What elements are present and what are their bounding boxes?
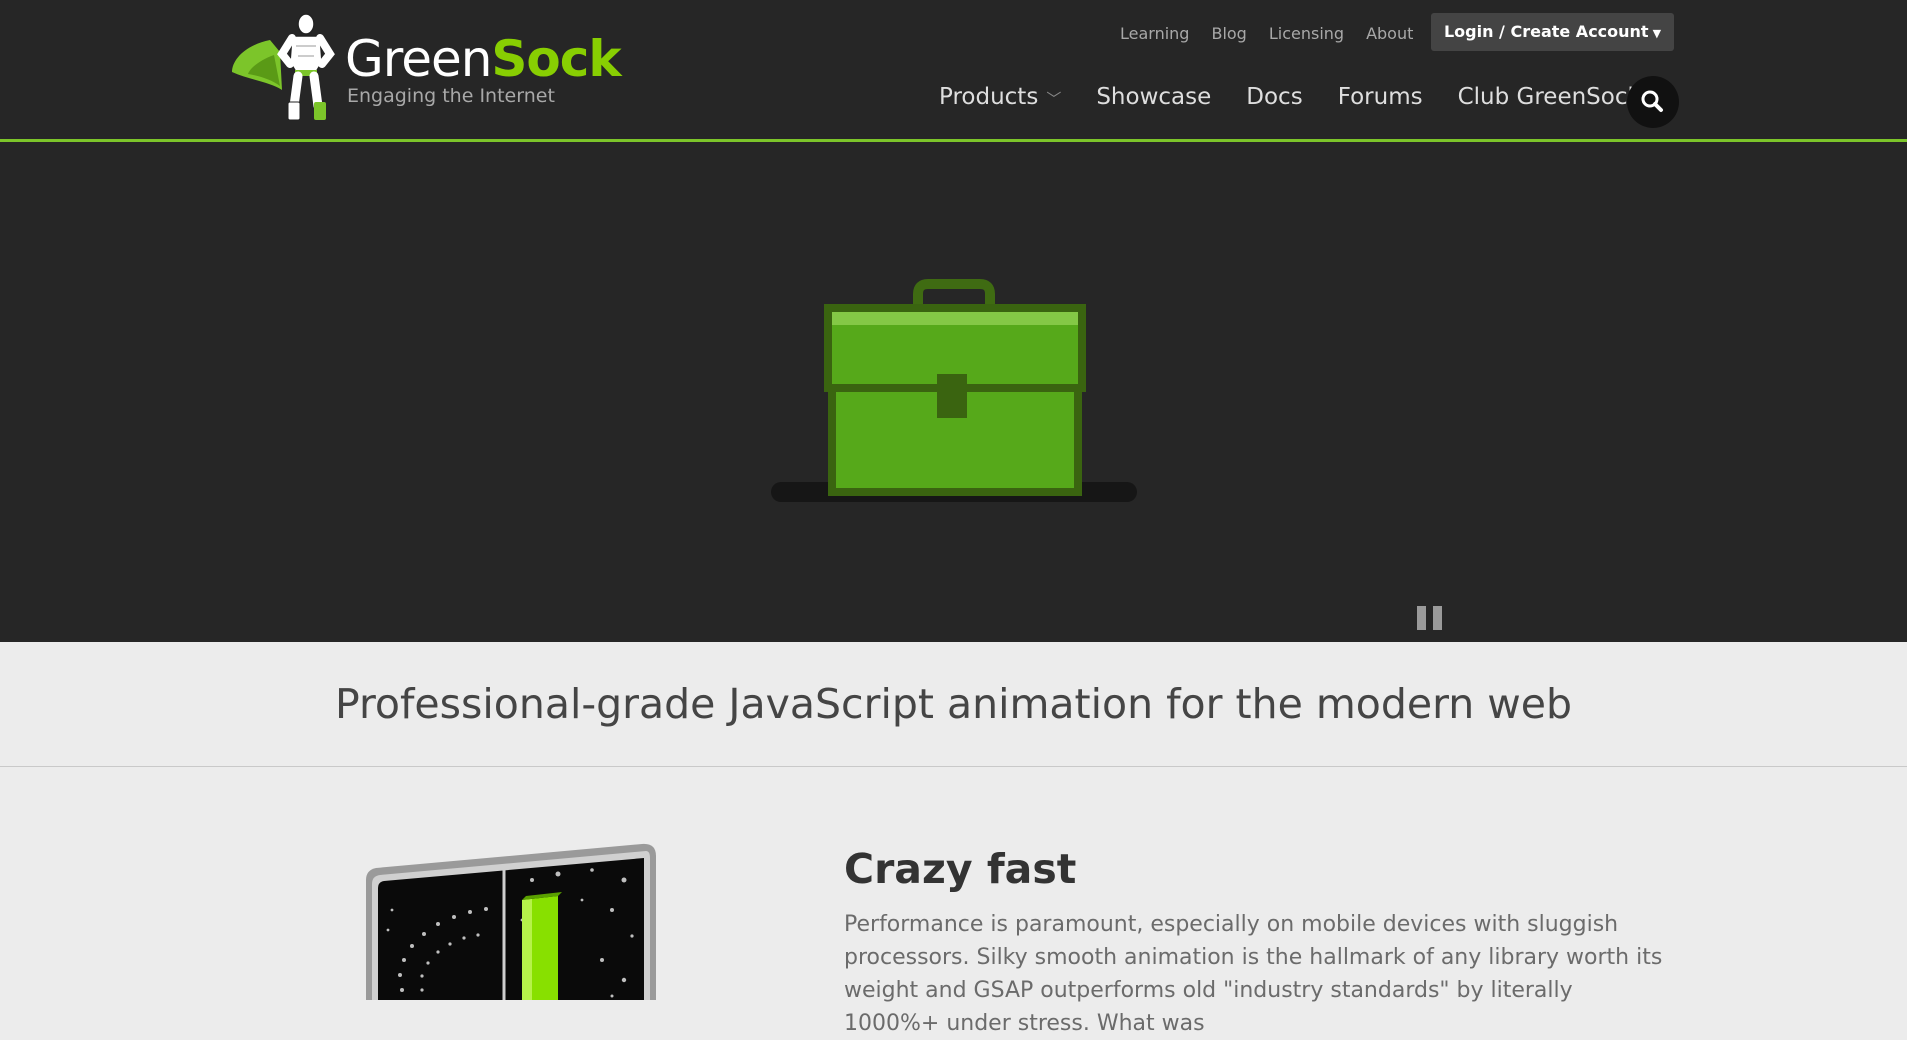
nav-item-forums[interactable]: Forums [1338, 84, 1423, 110]
site-header: GreenSock Engaging the Internet Learning… [0, 0, 1907, 142]
pause-icon[interactable] [1417, 606, 1443, 630]
logo-word-sock: Sock [491, 30, 621, 88]
logo-word-green: Green [345, 30, 492, 88]
feature-description: Performance is paramount, especially on … [844, 912, 1663, 1036]
nav-item-club-greensock[interactable]: Club GreenSock [1458, 84, 1641, 110]
nav-item-showcase[interactable]: Showcase [1096, 84, 1211, 110]
top-link-about[interactable]: About [1366, 24, 1413, 43]
briefcase-icon [771, 279, 1137, 502]
caret-down-icon: ▼ [1652, 27, 1662, 40]
page-tagline: Professional-grade JavaScript animation … [334, 680, 1573, 728]
top-link-blog[interactable]: Blog [1211, 24, 1246, 43]
feature-title: Crazy fast [844, 845, 1077, 893]
hero-banner [0, 142, 1907, 642]
main-nav: Products ﹀ Showcase Docs Forums Club Gree… [939, 84, 1676, 110]
login-create-account-button[interactable]: Login / Create Account ▼ [1431, 13, 1674, 51]
top-link-learning[interactable]: Learning [1120, 24, 1189, 43]
top-links: Learning Blog Licensing About [1120, 24, 1413, 43]
superhero-mascot-icon [232, 13, 335, 121]
greensock-logo[interactable]: GreenSock Engaging the Internet [230, 10, 622, 125]
nav-item-products[interactable]: Products ﹀ [939, 84, 1061, 110]
nav-item-products-label: Products [939, 84, 1039, 110]
search-button[interactable] [1627, 76, 1679, 128]
top-link-licensing[interactable]: Licensing [1269, 24, 1344, 43]
tagline-band: Professional-grade JavaScript animation … [0, 642, 1907, 767]
logo-wordmark: GreenSock [345, 30, 622, 88]
nav-item-docs[interactable]: Docs [1246, 84, 1302, 110]
logo-tagline: Engaging the Internet [347, 85, 555, 107]
performance-illustration [366, 843, 656, 1000]
search-icon [1641, 90, 1663, 112]
chevron-down-icon: ﹀ [1046, 90, 1062, 108]
login-button-label: Login / Create Account [1443, 22, 1649, 41]
